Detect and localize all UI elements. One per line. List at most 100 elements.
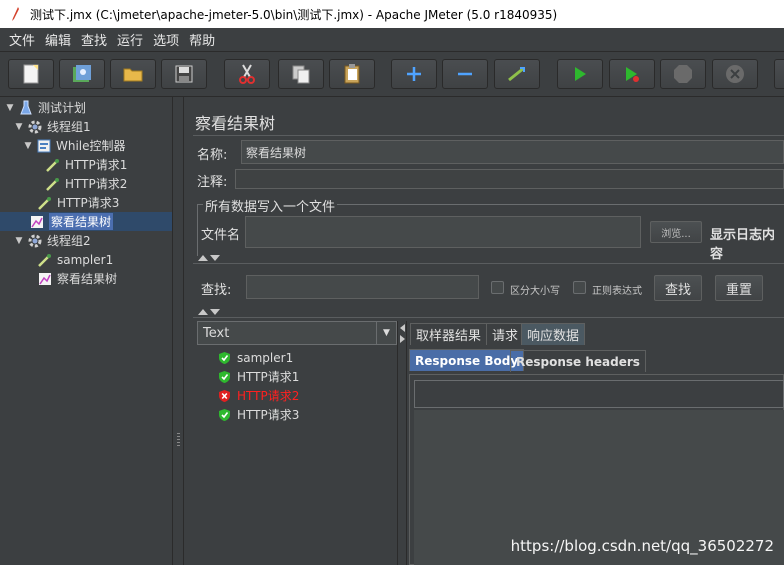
menu-options[interactable]: 选项: [148, 30, 184, 49]
collapse-arrows-icon[interactable]: [197, 308, 227, 316]
tree-item-while-controller[interactable]: ▼ While控制器: [23, 136, 126, 155]
result-item-label: HTTP请求1: [237, 370, 300, 384]
pipette-icon: [45, 176, 61, 192]
paste-button[interactable]: [329, 59, 375, 89]
result-item-sampler-1[interactable]: sampler1: [217, 348, 293, 367]
save-icon: [175, 65, 193, 83]
result-item-http-request-3[interactable]: HTTP请求3: [217, 405, 299, 424]
toggle-button[interactable]: [494, 59, 540, 89]
expand-arrow-icon[interactable]: ▼: [5, 103, 15, 113]
tree-item-http-request-3[interactable]: HTTP请求3: [37, 193, 119, 212]
tab-response-data[interactable]: 响应数据: [521, 323, 586, 345]
response-search-field[interactable]: [414, 380, 784, 408]
expand-all-button[interactable]: [391, 59, 437, 89]
test-plan-tree: ▼ 测试计划 ▼ 线程组1 ▼ While控制器 HTTP请求1 HTTP请求2…: [0, 97, 172, 565]
subtab-response-headers[interactable]: Response headers: [510, 350, 646, 372]
name-field[interactable]: 察看结果树: [241, 140, 784, 164]
save-button[interactable]: [161, 59, 207, 89]
tree-item-test-plan[interactable]: ▼ 测试计划: [5, 98, 86, 117]
tree-item-view-results-tree-2[interactable]: 察看结果树: [37, 269, 117, 288]
copy-button[interactable]: [278, 59, 324, 89]
shutdown-button[interactable]: [712, 59, 758, 89]
menu-search[interactable]: 查找: [76, 30, 112, 49]
tree-item-label: HTTP请求3: [57, 196, 120, 210]
tree-item-label: 线程组1: [47, 120, 91, 134]
divider: [193, 263, 784, 264]
watermark-text: https://blog.csdn.net/qq_36502272: [510, 537, 774, 555]
tree-item-thread-group-2[interactable]: ▼ 线程组2: [14, 231, 91, 250]
menu-help[interactable]: 帮助: [184, 30, 220, 49]
tree-item-http-request-1[interactable]: HTTP请求1: [45, 155, 127, 174]
toolbar-overflow-button[interactable]: [774, 59, 784, 89]
filename-input[interactable]: [245, 216, 641, 248]
tree-item-label: 测试计划: [38, 101, 87, 115]
flask-icon: [18, 100, 34, 116]
gear-icon: [27, 119, 43, 135]
expand-arrow-icon[interactable]: ▼: [23, 141, 33, 151]
pipette-icon: [37, 252, 53, 268]
menu-file[interactable]: 文件: [4, 30, 40, 49]
window-title-bar: 测试下.jmx (C:\jmeter\apache-jmeter-5.0\bin…: [0, 0, 784, 28]
menu-edit[interactable]: 编辑: [40, 30, 76, 49]
splitter-arrows-icon[interactable]: [399, 323, 406, 345]
find-button[interactable]: 查找: [654, 275, 702, 301]
expand-arrow-icon[interactable]: ▼: [14, 122, 24, 132]
toolbar: [0, 53, 784, 97]
templates-button[interactable]: [59, 59, 105, 89]
result-item-http-request-2[interactable]: HTTP请求2: [217, 386, 299, 405]
expand-arrow-icon[interactable]: ▼: [14, 236, 24, 246]
templates-icon: [73, 65, 91, 82]
result-item-http-request-1[interactable]: HTTP请求1: [217, 367, 299, 386]
results-splitter[interactable]: [397, 321, 407, 565]
search-input[interactable]: [246, 275, 479, 299]
cut-button[interactable]: [224, 59, 270, 89]
start-no-pause-button[interactable]: [609, 59, 655, 89]
tree-item-view-results-tree[interactable]: 察看结果树: [29, 212, 114, 231]
controller-icon: [36, 138, 52, 154]
success-shield-icon: [217, 408, 231, 422]
regex-checkbox[interactable]: [573, 281, 586, 294]
subtab-response-body[interactable]: Response Body: [409, 349, 525, 371]
collapse-all-button[interactable]: [442, 59, 488, 89]
stop-icon: [674, 65, 692, 83]
menu-bar: 文件 编辑 查找 运行 选项 帮助: [0, 28, 784, 52]
comment-field[interactable]: [235, 169, 784, 189]
success-shield-icon: [217, 370, 231, 384]
start-button[interactable]: [557, 59, 603, 89]
filename-label: 文件名: [201, 228, 241, 243]
open-button[interactable]: [110, 59, 156, 89]
renderer-select[interactable]: Text ▼: [197, 321, 397, 345]
result-item-label: HTTP请求2: [237, 389, 300, 403]
menu-run[interactable]: 运行: [112, 30, 148, 49]
success-shield-icon: [217, 351, 231, 365]
comment-label: 注释:: [197, 175, 228, 190]
case-sensitive-label: 区分大小写: [510, 286, 560, 297]
splitter-grip-icon[interactable]: [177, 433, 180, 447]
browse-button[interactable]: 浏览...: [650, 221, 702, 243]
page-title: 察看结果树: [195, 114, 276, 133]
file-group-title: 所有数据写入一个文件: [203, 196, 338, 215]
tree-item-label: 察看结果树: [57, 272, 118, 286]
new-button[interactable]: [8, 59, 54, 89]
tree-item-label: 察看结果树: [49, 213, 114, 230]
collapse-arrows-icon[interactable]: [197, 254, 227, 262]
tree-item-label: 线程组2: [47, 234, 91, 248]
tab-request[interactable]: 请求: [486, 323, 525, 345]
pipette-icon: [45, 157, 61, 173]
tab-sampler-result[interactable]: 取样器结果: [410, 323, 488, 345]
log-only-label: 显示日志内容: [710, 228, 776, 262]
tree-item-http-request-2[interactable]: HTTP请求2: [45, 174, 127, 193]
play-no-timer-icon: [626, 67, 639, 82]
divider: [193, 135, 784, 136]
shutdown-icon: [726, 65, 744, 83]
case-sensitive-checkbox[interactable]: [491, 281, 504, 294]
plus-icon: [407, 67, 421, 81]
reset-button[interactable]: 重置: [715, 275, 763, 301]
tree-item-thread-group-1[interactable]: ▼ 线程组1: [14, 117, 91, 136]
stop-button[interactable]: [660, 59, 706, 89]
tree-panel-splitter[interactable]: [172, 97, 184, 565]
open-folder-icon: [123, 68, 143, 82]
tree-item-sampler-1[interactable]: sampler1: [37, 250, 113, 269]
view-results-tree-panel: 察看结果树 名称: 察看结果树 注释: 所有数据写入一个文件 文件名 浏览...…: [185, 97, 784, 565]
chevron-down-icon[interactable]: ▼: [376, 322, 396, 344]
